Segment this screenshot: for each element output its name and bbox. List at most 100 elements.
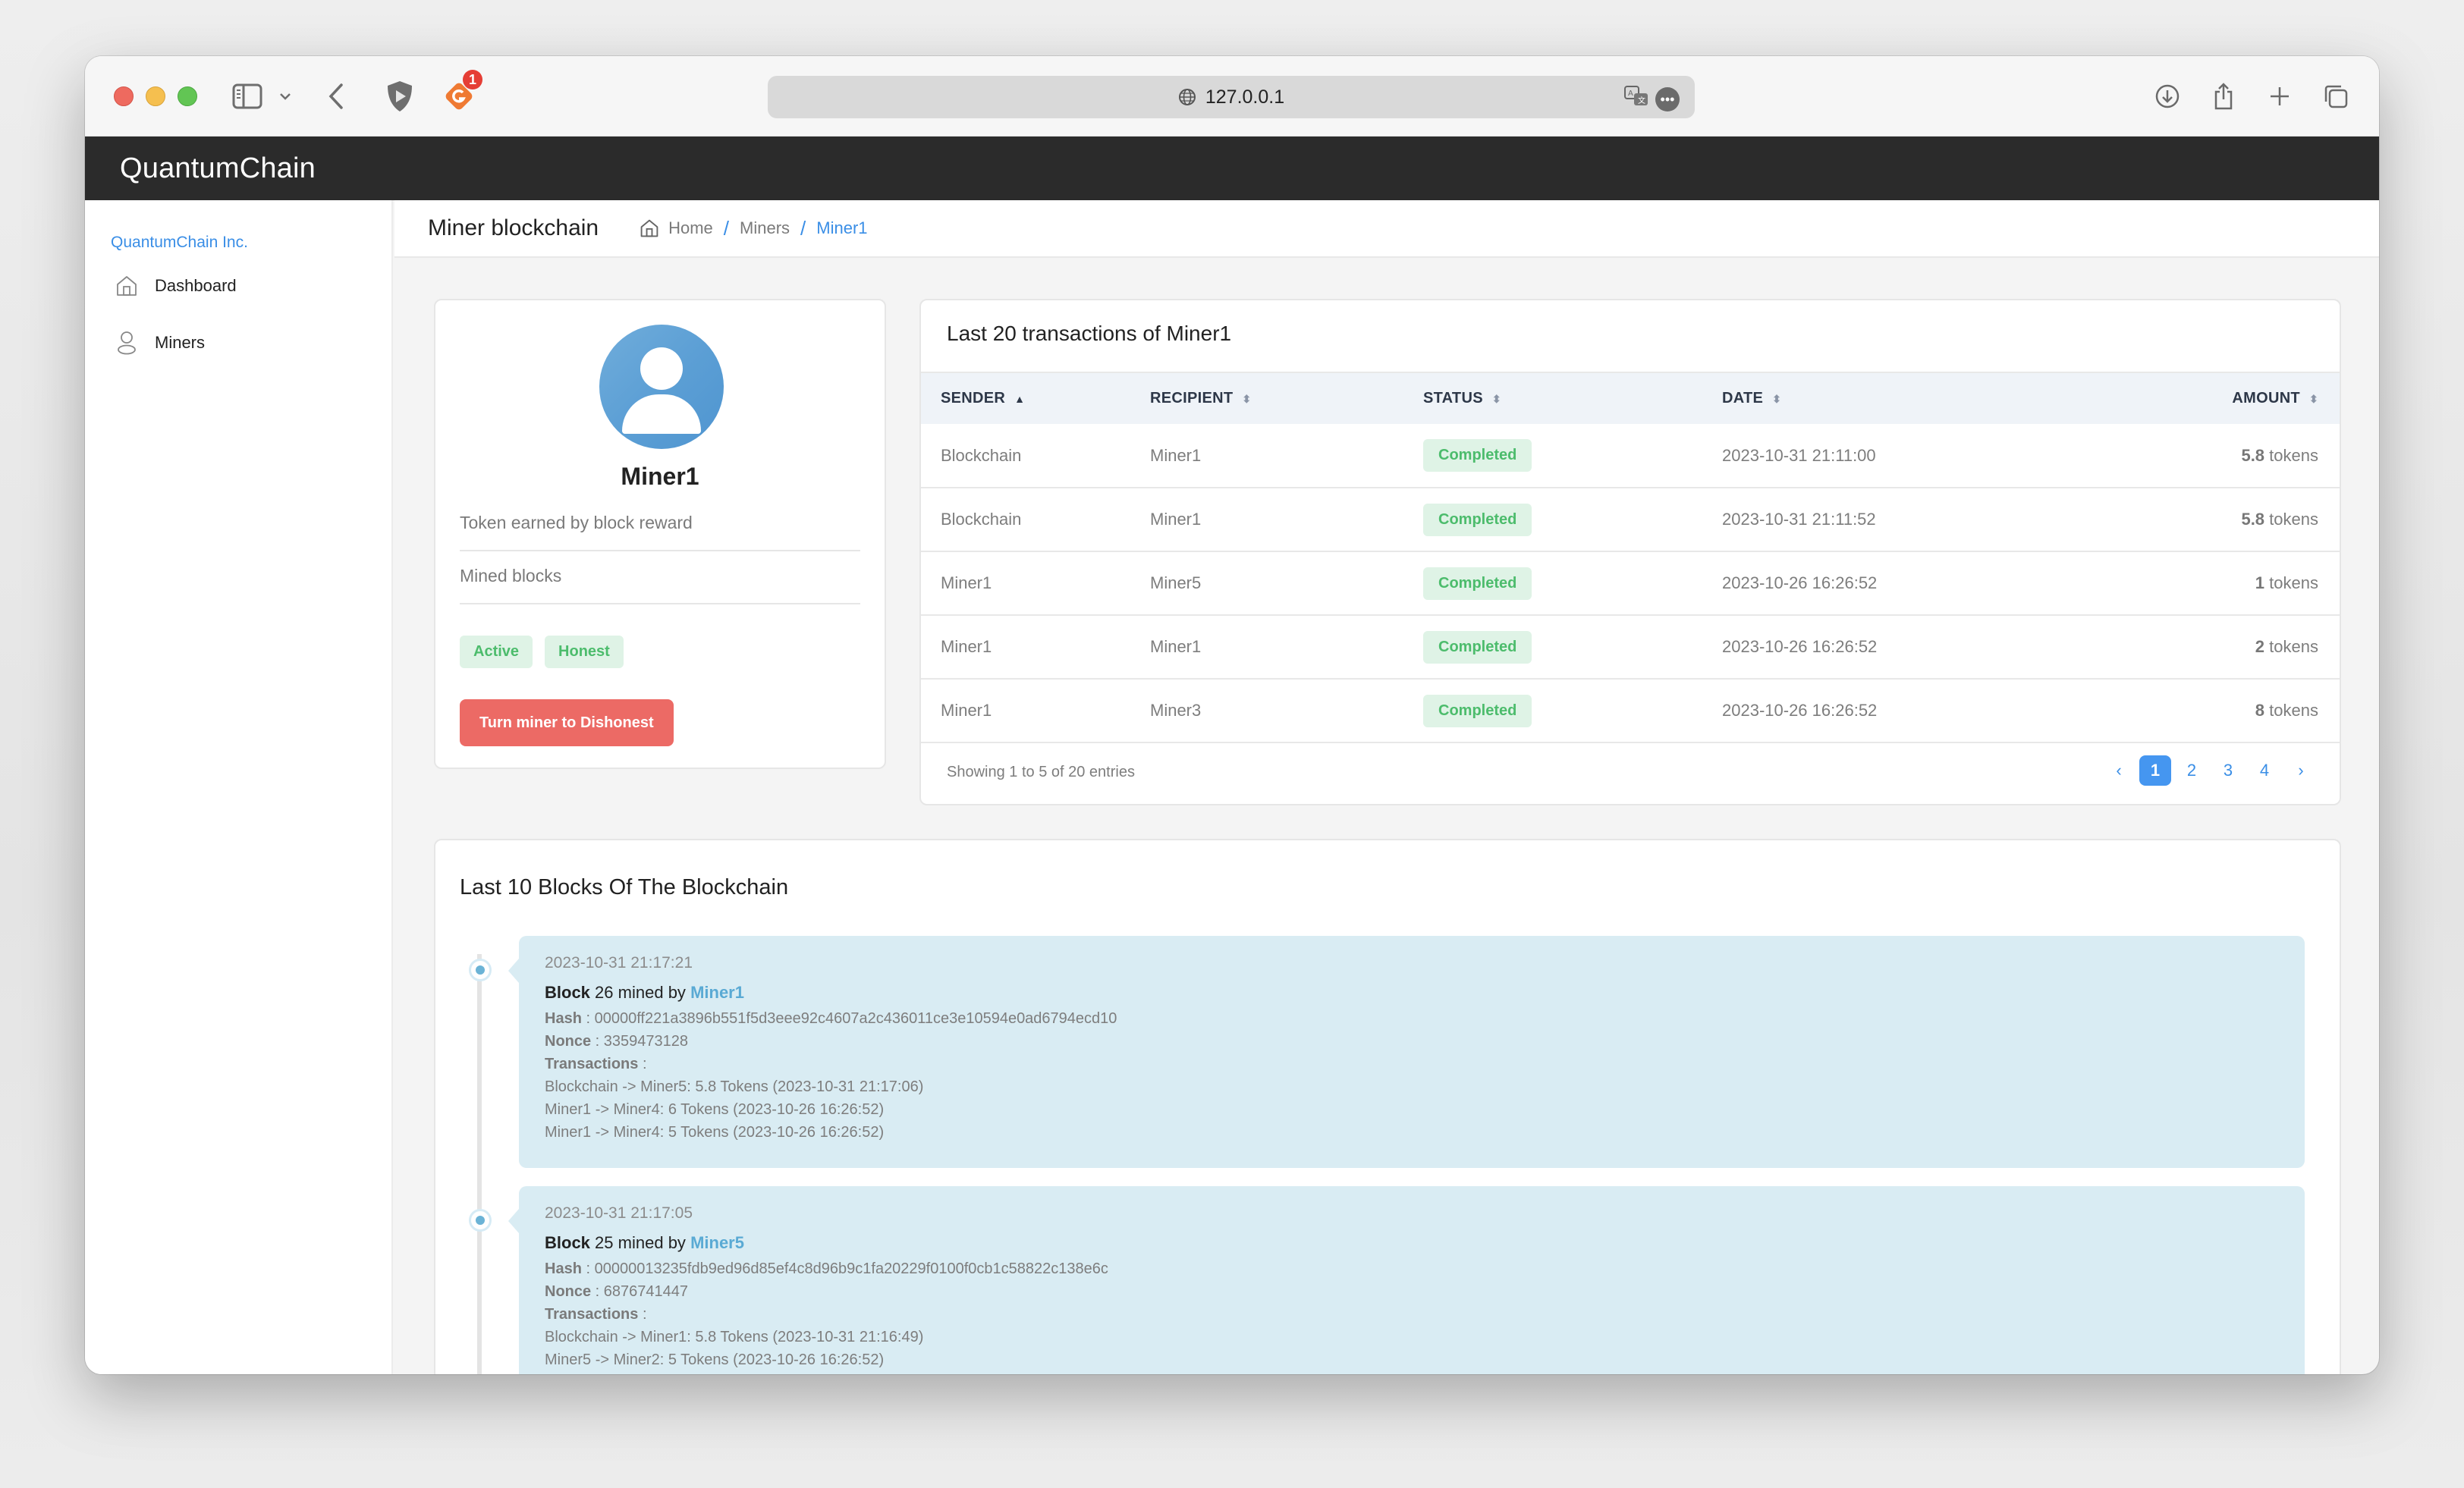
amount-unit: tokens	[2269, 637, 2318, 656]
sort-icon: ⬍	[2308, 392, 2318, 405]
nonce-label: Nonce	[545, 1033, 592, 1050]
pagination-prev[interactable]: ‹	[2103, 755, 2135, 786]
timeline-dot	[469, 959, 492, 981]
miner-tags: Active Honest	[460, 636, 624, 668]
address-bar[interactable]: 127.0.0.1 A文 •••	[768, 76, 1695, 118]
blocks-title: Last 10 Blocks Of The Blockchain	[460, 875, 789, 899]
status-badge-active: Active	[460, 636, 533, 668]
browser-window: 1 127.0.0.1 A文 ••• QuantumChain QuantumC…	[85, 56, 2379, 1374]
cell-date: 2023-10-26 16:26:52	[1702, 679, 2088, 743]
mined-blocks-stat: Mined blocks	[460, 566, 860, 604]
hash-value: 00000013235fdb9ed96d85ef4c8d96b9c1fa2022…	[594, 1260, 1108, 1277]
amount-value: 5.8	[2241, 445, 2265, 465]
cell-status: Completed	[1403, 424, 1702, 488]
cell-sender: Miner1	[921, 615, 1130, 680]
block-miner-link[interactable]: Miner5	[690, 1233, 744, 1252]
cell-date: 2023-10-31 21:11:52	[1702, 488, 2088, 552]
cell-date: 2023-10-26 16:26:52	[1702, 615, 2088, 680]
miner-name: Miner1	[621, 463, 699, 490]
sidebar-item-miners[interactable]: Miners	[115, 331, 205, 355]
block-number: 26	[595, 983, 614, 1002]
amount-unit: tokens	[2269, 445, 2318, 465]
share-icon[interactable]	[2206, 79, 2241, 114]
breadcrumb-separator: /	[800, 216, 806, 240]
separator: :	[581, 1010, 595, 1027]
column-header-label: AMOUNT	[2232, 390, 2300, 407]
block-hash: Hash : 00000ff221a3896b551f5d3eee92c4607…	[545, 1007, 2279, 1030]
status-badge: Completed	[1423, 630, 1532, 664]
block-entry: 2023-10-31 21:17:05 Block 25 mined by Min…	[508, 1186, 2305, 1374]
more-options-icon[interactable]: •••	[1655, 86, 1680, 111]
close-window-button[interactable]	[114, 86, 134, 106]
company-name: QuantumChain Inc.	[111, 234, 248, 251]
block-transactions-label: Transactions :	[545, 1056, 647, 1072]
pagination-page-3[interactable]: 3	[2212, 755, 2244, 786]
separator: :	[581, 1260, 595, 1277]
pagination-page-4[interactable]: 4	[2249, 755, 2280, 786]
turn-dishonest-button[interactable]: Turn miner to Dishonest	[460, 699, 674, 746]
hash-value: 00000ff221a3896b551f5d3eee92c4607a2c4360…	[594, 1010, 1117, 1027]
cell-amount: 1 tokens	[2087, 551, 2340, 616]
cell-status: Completed	[1403, 488, 1702, 552]
cell-date: 2023-10-26 16:26:52	[1702, 551, 2088, 616]
globe-icon	[1178, 88, 1196, 106]
cell-amount: 2 tokens	[2087, 615, 2340, 680]
back-button[interactable]	[325, 79, 347, 114]
status-badge: Completed	[1423, 567, 1532, 600]
browser-toolbar: 1 127.0.0.1 A文 •••	[85, 56, 2379, 137]
status-badge: Completed	[1423, 439, 1532, 472]
user-icon	[115, 331, 138, 355]
chevron-down-icon[interactable]	[278, 79, 293, 114]
table-info: Showing 1 to 5 of 20 entries	[947, 764, 1135, 780]
mined-by-label: mined by	[618, 1233, 686, 1252]
status-badge: Completed	[1423, 503, 1532, 536]
brand-logo[interactable]: QuantumChain	[120, 152, 316, 185]
download-icon[interactable]	[2150, 79, 2185, 114]
column-header-label: SENDER	[941, 390, 1006, 407]
cell-sender: Miner1	[921, 551, 1130, 616]
column-header-status[interactable]: STATUS ⬍	[1403, 372, 1702, 424]
translate-icon[interactable]: A文	[1623, 85, 1649, 113]
column-header-sender[interactable]: SENDER ▲	[921, 372, 1130, 424]
cell-recipient: Miner3	[1130, 679, 1403, 743]
pagination: ‹ 1 2 3 4 ›	[2103, 755, 2317, 786]
cell-sender: Blockchain	[921, 424, 1130, 488]
top-navbar: QuantumChain	[85, 137, 2379, 200]
block-transaction: Miner5 -> Miner2: 5 Tokens (2023-10-26 1…	[545, 1351, 885, 1368]
sidebar-toggle-icon[interactable]	[231, 79, 264, 114]
block-transactions-label: Transactions :	[545, 1306, 647, 1323]
avatar-head	[640, 347, 683, 390]
table-row: Blockchain Miner1 Completed 2023-10-31 21:1…	[921, 424, 2340, 488]
cell-status: Completed	[1403, 615, 1702, 680]
pagination-page-1[interactable]: 1	[2139, 755, 2171, 786]
pagination-next[interactable]: ›	[2285, 755, 2317, 786]
url-text: 127.0.0.1	[1205, 86, 1285, 108]
tab-overview-icon[interactable]	[2318, 79, 2353, 114]
table-row: Miner1 Miner5 Completed 2023-10-26 16:26:52…	[921, 551, 2340, 616]
sidebar-item-dashboard[interactable]: Dashboard	[115, 275, 237, 297]
cell-status: Completed	[1403, 551, 1702, 616]
column-header-recipient[interactable]: RECIPIENT ⬍	[1130, 372, 1403, 424]
block-number: 25	[595, 1233, 614, 1252]
cell-sender: Miner1	[921, 679, 1130, 743]
new-tab-icon[interactable]	[2262, 79, 2297, 114]
minimize-window-button[interactable]	[146, 86, 165, 106]
breadcrumb-home[interactable]: Home	[668, 218, 713, 238]
column-header-date[interactable]: DATE ⬍	[1702, 372, 2088, 424]
block-label: Block	[545, 983, 590, 1002]
block-miner-link[interactable]: Miner1	[690, 983, 744, 1002]
avatar-body	[622, 394, 701, 434]
shield-extension-icon[interactable]	[382, 79, 417, 114]
amount-value: 8	[2255, 701, 2265, 720]
pagination-page-2[interactable]: 2	[2176, 755, 2208, 786]
block-date: 2023-10-31 21:17:21	[545, 954, 693, 972]
sort-icon: ⬍	[1491, 392, 1501, 405]
breadcrumb-miners[interactable]: Miners	[740, 218, 790, 238]
column-header-amount[interactable]: AMOUNT ⬍	[2087, 372, 2340, 424]
maximize-window-button[interactable]	[178, 86, 197, 106]
transactions-table: SENDER ▲ RECIPIENT ⬍ STATUS ⬍ DATE ⬍ AMOUNT ⬍…	[921, 372, 2340, 743]
column-header-label: STATUS	[1423, 390, 1483, 407]
cell-recipient: Miner1	[1130, 615, 1403, 680]
block-heading: Block 26 mined by Miner1	[545, 983, 2279, 1003]
cell-status: Completed	[1403, 679, 1702, 743]
